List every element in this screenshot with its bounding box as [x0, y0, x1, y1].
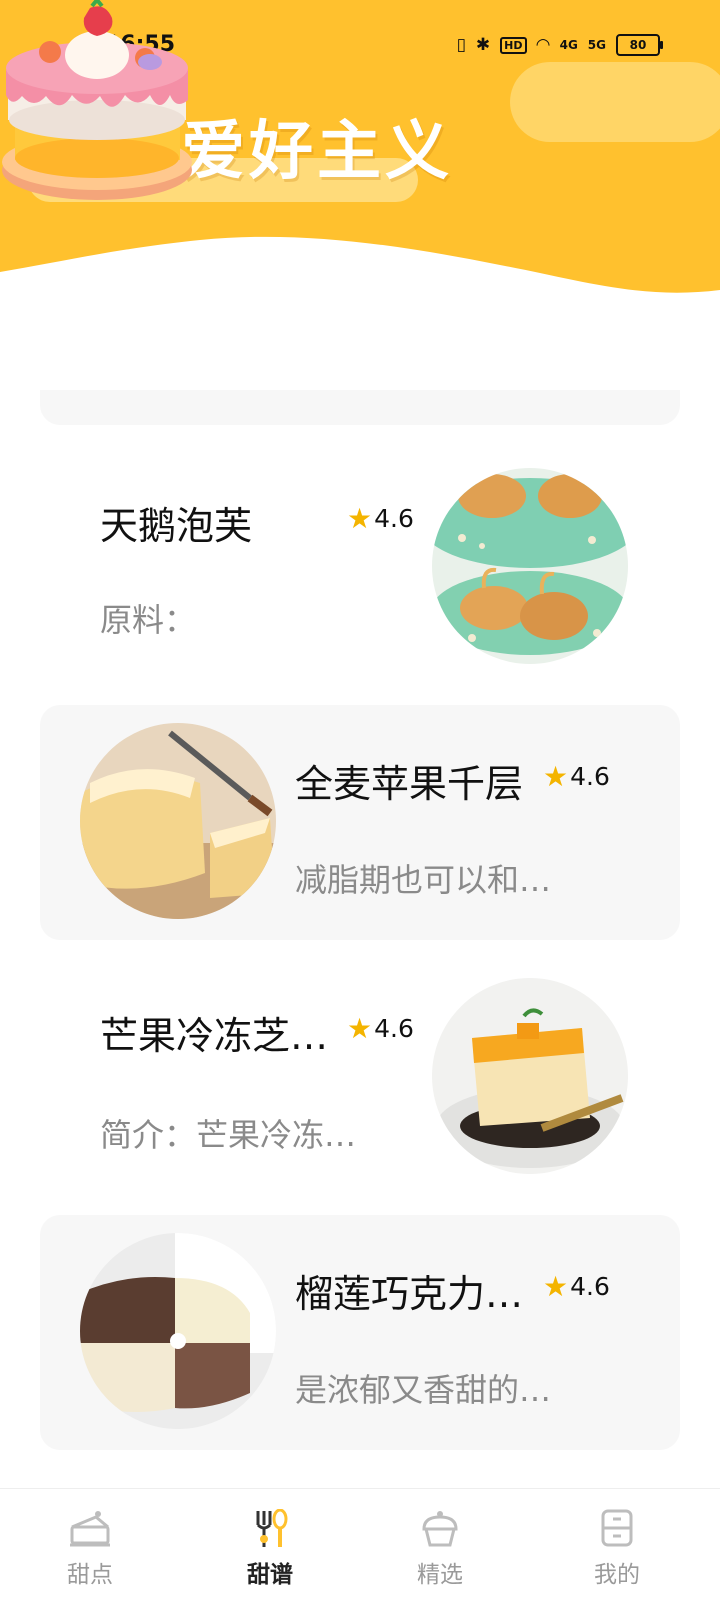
- durian-chocolate-cake-image: [80, 1233, 276, 1429]
- recipe-name: 全麦苹果千层: [295, 762, 524, 806]
- recipe-image: [80, 723, 276, 919]
- battery-icon: 80: [616, 34, 663, 56]
- cake-illustration-icon: [2, 0, 192, 200]
- apple-crepe-cake-image: [80, 723, 276, 919]
- recipe-image: [80, 1233, 276, 1429]
- recipe-name: 天鹅泡芙: [100, 504, 253, 548]
- recipe-list[interactable]: 天鹅泡芙 ★ 4.6 原料： 全麦苹果千层 ★ 4.6 减脂期也可以和… 芒果冷…: [0, 390, 720, 1490]
- tab-label: 甜谱: [247, 1562, 293, 1588]
- recipe-rating: ★ 4.6: [347, 502, 414, 535]
- star-icon: ★: [543, 760, 569, 793]
- rating-value: 4.6: [570, 762, 610, 791]
- cupcake-icon: [422, 1511, 458, 1547]
- recipe-card[interactable]: 天鹅泡芙 ★ 4.6 原料：: [40, 450, 680, 685]
- star-icon: ★: [347, 502, 373, 535]
- recipe-rating: ★ 4.6: [347, 1012, 414, 1045]
- recipe-desc: 是浓郁又香甜的…: [295, 1371, 552, 1409]
- tab-dessert[interactable]: 甜点: [30, 1499, 150, 1599]
- rating-value: 4.6: [374, 504, 414, 533]
- tab-mine[interactable]: 我的: [557, 1499, 677, 1599]
- signal-4g-icon: 4G: [559, 38, 578, 52]
- recipe-image: [432, 978, 628, 1174]
- rating-value: 4.6: [374, 1014, 414, 1043]
- recipe-card[interactable]: 榴莲巧克力… ★ 4.6 是浓郁又香甜的…: [40, 1215, 680, 1450]
- swan-puff-image: [432, 468, 628, 664]
- tab-featured[interactable]: 精选: [380, 1499, 500, 1599]
- wifi-icon: ◠: [536, 35, 550, 55]
- recipe-card[interactable]: 全麦苹果千层 ★ 4.6 减脂期也可以和…: [40, 705, 680, 940]
- header-banner: 16:55 ▯ ✱ HD ◠ 4G 5G 80 甜品爱好主义: [0, 0, 720, 400]
- cake-slice-icon: [70, 1511, 110, 1547]
- star-icon: ★: [347, 1012, 373, 1045]
- tab-label: 精选: [417, 1562, 463, 1588]
- rating-value: 4.6: [570, 1272, 610, 1301]
- tab-recipes[interactable]: 甜谱: [210, 1499, 330, 1599]
- recipe-card[interactable]: 芒果冷冻芝… ★ 4.6 简介：芒果冷冻…: [40, 960, 680, 1195]
- tab-label: 我的: [594, 1562, 640, 1588]
- fork-spoon-icon: [256, 1509, 288, 1547]
- star-icon: ★: [543, 1270, 569, 1303]
- bluetooth-icon: ✱: [475, 35, 491, 55]
- mango-mousse-image: [432, 978, 628, 1174]
- bottom-tab-bar: 甜点 甜谱 精选 我的: [0, 1488, 720, 1601]
- signal-5g-icon: 5G: [587, 38, 606, 52]
- vibrate-icon: ▯: [456, 35, 466, 55]
- recipe-rating: ★ 4.6: [543, 760, 610, 793]
- cabinet-icon: [601, 1509, 633, 1547]
- recipe-image: [432, 468, 628, 664]
- recipe-card-partial[interactable]: [40, 390, 680, 425]
- tab-label: 甜点: [67, 1562, 113, 1588]
- recipe-name: 榴莲巧克力…: [295, 1272, 524, 1316]
- recipe-name: 芒果冷冻芝…: [100, 1014, 329, 1058]
- recipe-desc: 简介：芒果冷冻…: [100, 1116, 357, 1154]
- recipe-desc: 原料：: [100, 601, 197, 639]
- status-icons: ▯ ✱ HD ◠ 4G 5G 80: [456, 34, 663, 56]
- recipe-desc: 减脂期也可以和…: [295, 861, 552, 899]
- hd-icon: HD: [500, 36, 527, 54]
- recipe-rating: ★ 4.6: [543, 1270, 610, 1303]
